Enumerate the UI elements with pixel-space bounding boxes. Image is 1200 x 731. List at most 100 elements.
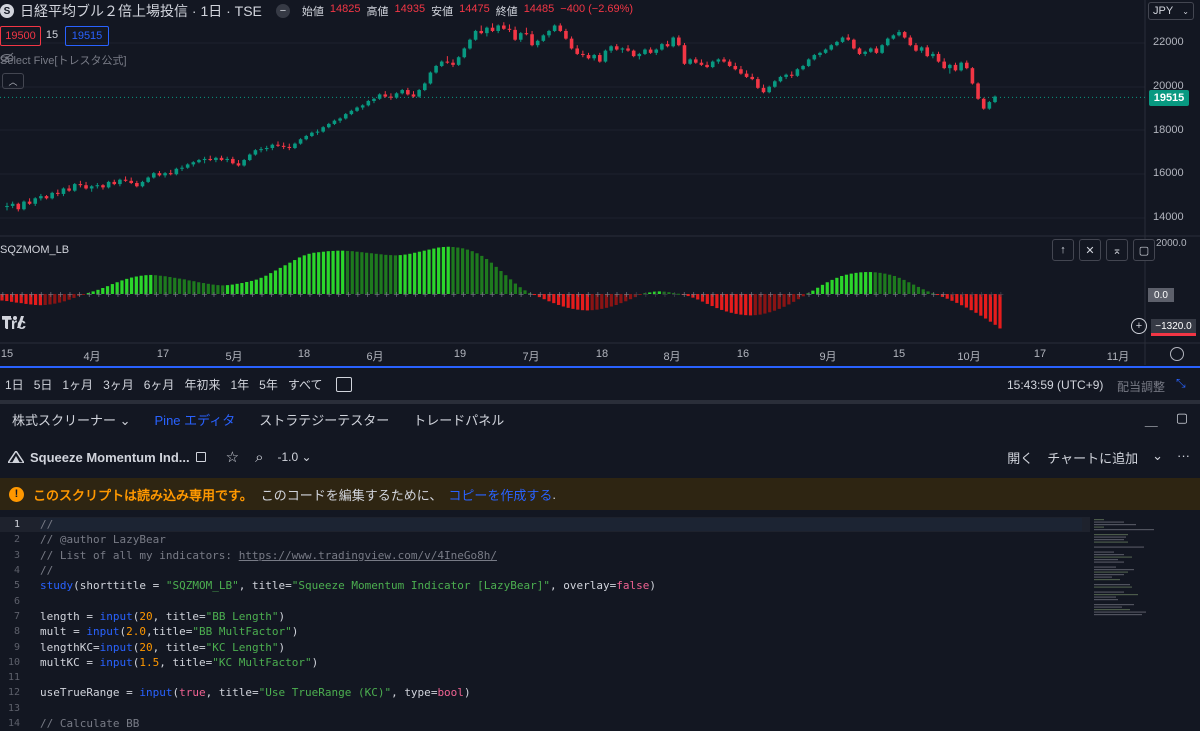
currency-selector[interactable]: JPY ⌄: [1148, 2, 1194, 20]
time-axis[interactable]: 15 4月 17 5月 18 6月 19 7月 18 8月 16 9月 15 1…: [0, 344, 1200, 364]
version-selector[interactable]: -1.0 ⌄: [277, 450, 311, 464]
squeeze-indicator-label[interactable]: SQZMOM_LB: [0, 244, 69, 256]
candle-body: [439, 61, 444, 66]
code-line[interactable]: 2 // @author LazyBear: [0, 532, 1090, 547]
candle-body: [293, 143, 297, 148]
code-line[interactable]: 14 // Calculate BB: [0, 716, 1090, 731]
overlay-indicator[interactable]: Select Five[トレスタ公式]: [0, 52, 127, 68]
code-text[interactable]: length = input(20, title="BB Length"): [40, 610, 285, 623]
open-button[interactable]: 開く: [1007, 448, 1033, 467]
add-to-chart-dropdown[interactable]: ⌄: [1152, 448, 1163, 467]
tab-stock-screener[interactable]: 株式スクリーナー ⌄: [0, 410, 143, 429]
price-tick: 22000: [1153, 36, 1184, 48]
candle-body: [355, 107, 359, 111]
code-line[interactable]: 5 study(shorttitle = "SQZMOM_LB", title="…: [0, 578, 1090, 593]
minimap-line: [1094, 571, 1128, 573]
symbol-title[interactable]: 日経平均ブル２倍上場投信 · 1日 · TSE: [20, 1, 262, 21]
code-line[interactable]: 12 useTrueRange = input(true, title="Use …: [0, 685, 1090, 700]
code-line[interactable]: 4 //: [0, 563, 1090, 578]
histogram-bar: [475, 253, 479, 294]
pine-logo-icon: [8, 451, 24, 463]
range-button[interactable]: 年初来: [179, 376, 225, 393]
quantity-value[interactable]: 15: [44, 26, 60, 44]
histogram-bar: [413, 252, 417, 294]
minimap-line: [1094, 541, 1128, 543]
code-text[interactable]: study(shorttitle = "SQZMOM_LB", title="S…: [40, 579, 656, 592]
squeeze-marker: +: [614, 290, 621, 299]
range-button[interactable]: 6ヶ月: [139, 376, 180, 393]
candle-body: [214, 157, 218, 161]
range-button[interactable]: 1年: [225, 376, 254, 393]
code-line[interactable]: 7 length = input(20, title="BB Length"): [0, 609, 1090, 624]
range-button[interactable]: 3ヶ月: [98, 376, 139, 393]
code-text[interactable]: useTrueRange = input(true, title="Use Tr…: [40, 686, 471, 699]
code-line[interactable]: 6: [0, 593, 1090, 608]
code-minimap[interactable]: [1090, 517, 1200, 617]
maximize-pane-icon[interactable]: ▢: [1133, 239, 1155, 261]
expand-icon[interactable]: ⤡: [1176, 376, 1186, 391]
make-copy-link[interactable]: コピーを作成する: [448, 485, 552, 504]
histogram-bar: [326, 251, 330, 294]
tradingview-logo[interactable]: Trc: [2, 316, 26, 334]
minus-icon[interactable]: −: [275, 4, 290, 18]
collapse-legend-button[interactable]: ︿: [2, 73, 24, 89]
dividend-adjust-toggle[interactable]: 配当調整: [1117, 378, 1165, 395]
code-line[interactable]: 8 mult = input(2.0,title="BB MultFactor"): [0, 624, 1090, 639]
histogram-bar: [470, 251, 474, 294]
change-value: −400 (−2.69%): [560, 3, 634, 15]
code-text[interactable]: //: [40, 564, 53, 577]
code-text[interactable]: mult = input(2.0,title="BB MultFactor"): [40, 625, 298, 638]
code-line[interactable]: 13: [0, 701, 1090, 716]
search-icon[interactable]: ⌕: [255, 449, 263, 466]
more-options-button[interactable]: ···: [1177, 448, 1190, 467]
tab-trading-panel[interactable]: トレードパネル: [401, 410, 516, 429]
script-name[interactable]: Squeeze Momentum Ind...: [30, 450, 190, 465]
collapse-pane-icon[interactable]: ⌅: [1106, 239, 1128, 261]
range-button[interactable]: 1日: [0, 376, 29, 393]
chart-canvas[interactable]: + + + + + + + + + + + + + + + + + + + + + + + + + + + + + + + + + + + + + + + +…: [0, 0, 1200, 365]
calendar-icon[interactable]: [335, 376, 352, 392]
candle-body: [914, 45, 918, 51]
candle-body: [789, 74, 794, 76]
sell-button[interactable]: 19500: [0, 26, 41, 46]
code-editor[interactable]: 1 // 2 // @author LazyBear 3 // List of all m…: [0, 517, 1090, 731]
gear-icon[interactable]: [1170, 347, 1184, 361]
range-button[interactable]: 5日: [29, 376, 58, 393]
symbol-logo[interactable]: S: [0, 4, 14, 18]
code-text[interactable]: // @author LazyBear: [40, 533, 166, 546]
code-line[interactable]: 1 //: [0, 517, 1090, 533]
clock-readout[interactable]: 15:43:59 (UTC+9): [1007, 378, 1103, 392]
range-button[interactable]: 1ヶ月: [57, 376, 98, 393]
candle-body: [823, 49, 828, 53]
code-line[interactable]: 3 // List of all my indicators: https://w…: [0, 548, 1090, 563]
maximize-panel-icon[interactable]: ▢: [1176, 410, 1188, 429]
close-icon[interactable]: ✕: [1079, 239, 1101, 261]
eye-hidden-icon[interactable]: [0, 52, 14, 64]
code-text[interactable]: // List of all my indicators: https://ww…: [40, 549, 497, 562]
line-number: 2: [13, 534, 20, 546]
buy-button[interactable]: 19515: [65, 26, 109, 46]
code-line[interactable]: 11: [0, 670, 1090, 685]
candle-body: [925, 47, 930, 57]
arrow-up-icon[interactable]: ↑: [1052, 239, 1074, 261]
minimap-line: [1094, 586, 1132, 588]
star-icon[interactable]: ☆: [226, 448, 239, 466]
minimize-panel-icon[interactable]: ＿: [1145, 410, 1158, 429]
code-line[interactable]: 10 multKC = input(1.5, title="KC MultFact…: [0, 655, 1090, 670]
code-line[interactable]: 9 lengthKC=input(20, title="KC Length"): [0, 639, 1090, 654]
code-text[interactable]: multKC = input(1.5, title="KC MultFactor…: [40, 656, 318, 669]
tab-strategy-tester[interactable]: ストラテジーテスター: [247, 410, 401, 429]
candle-body: [27, 201, 32, 204]
chart-area[interactable]: + + + + + + + + + + + + + + + + + + + + + + + + + + + + + + + + + + + + + + + +…: [0, 0, 1200, 365]
range-button[interactable]: すべて: [283, 376, 328, 393]
add-to-chart-button[interactable]: チャートに追加: [1047, 448, 1138, 467]
plus-circle-icon[interactable]: +: [1131, 318, 1147, 334]
code-text[interactable]: // Calculate BB: [40, 717, 139, 730]
code-text[interactable]: //: [40, 518, 1082, 532]
tab-pine-editor[interactable]: Pine エディタ: [143, 410, 248, 429]
code-text[interactable]: lengthKC=input(20, title="KC Length"): [40, 641, 285, 654]
candle-body: [518, 33, 523, 40]
squeeze-marker: +: [575, 290, 582, 299]
range-button[interactable]: 5年: [254, 376, 283, 393]
time-tick: 15: [0, 348, 14, 360]
